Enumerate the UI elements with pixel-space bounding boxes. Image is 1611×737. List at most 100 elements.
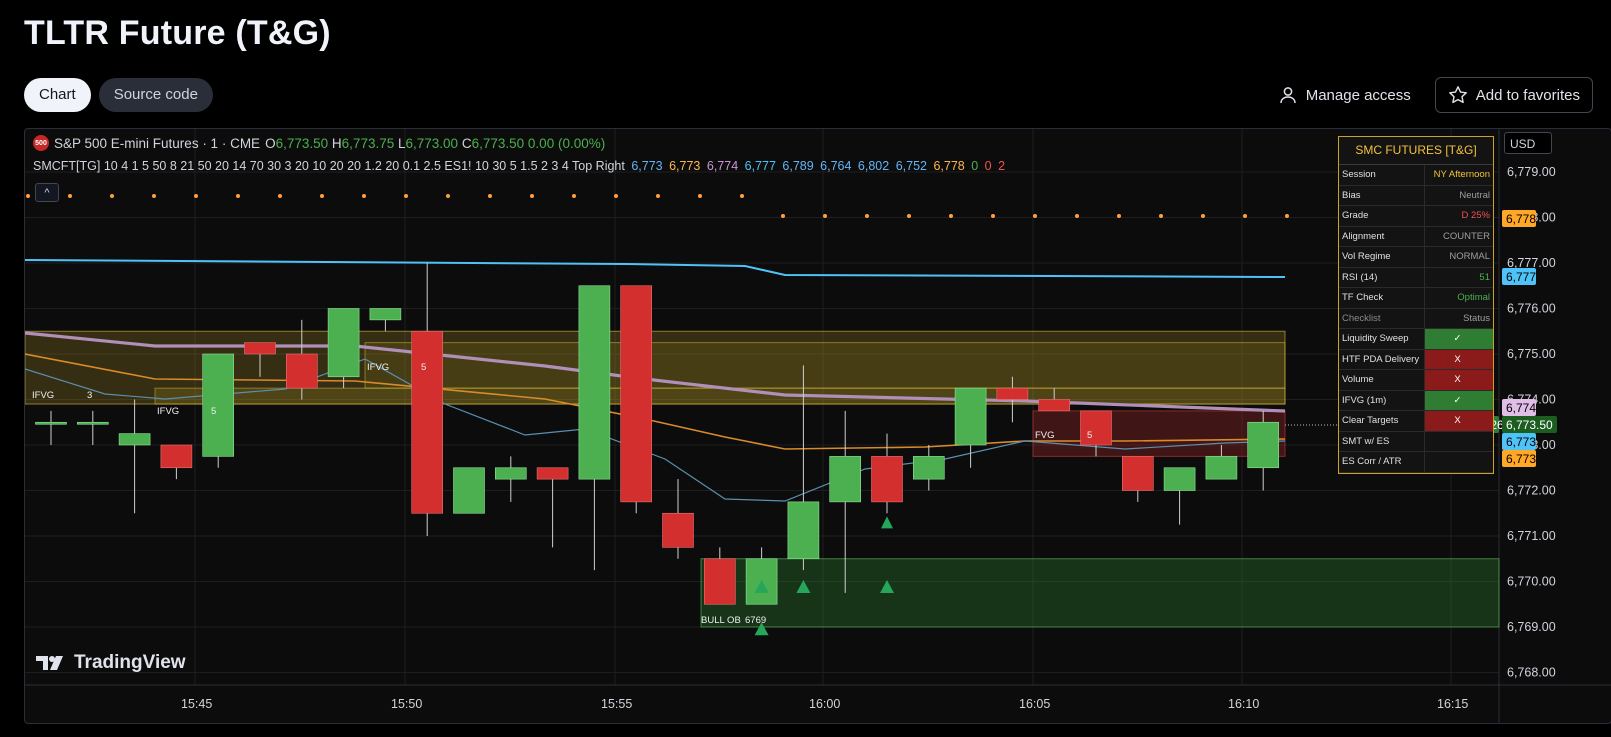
price-tag-label: 6,773 [1506,452,1536,466]
price-tag-label: 6,777 [1506,270,1536,284]
price-axis-label: 6,772.00 [1507,484,1556,498]
price-tag-label: 6,774 [1506,401,1536,415]
smc-row: Vol Regime NORMAL [1339,247,1493,268]
indicator-value: 0 [981,159,992,173]
smc-row-label: ES Corr / ATR [1339,452,1425,472]
smc-row-value: D 25% [1461,210,1490,221]
smc-row: Session NY Afternoon [1339,165,1493,186]
smc-row-value: COUNTER [1443,230,1490,242]
level-dot [278,194,282,198]
candle-up [912,456,945,480]
add-to-favorites-label: Add to favorites [1475,86,1580,104]
smc-row-label: Alignment [1339,226,1425,246]
candle-down [244,342,276,355]
indicator-params: SMCFT[TG] 10 4 1 5 50 8 21 50 20 14 70 3… [33,159,625,173]
symbol-legend: 500 S&P 500 E-mini Futures · 1 · CME O6,… [33,135,605,151]
smc-row-value [1425,432,1493,452]
level-dot [488,194,492,198]
candle-down [160,444,193,469]
smc-row: IFVG (1m) ✓ [1339,390,1493,411]
smc-row: Alignment COUNTER [1339,226,1493,247]
price-axis-label: 6,770.00 [1507,575,1556,589]
smc-row-value: X [1425,370,1493,390]
smc-row-value: ✓ [1425,329,1493,349]
zone-label: BULL OB [701,615,741,626]
time-axis-label: 16:15 [1437,697,1468,711]
smc-row-label: Checklist [1339,308,1425,328]
level-dot [236,194,240,198]
smc-row-value: X [1425,411,1493,431]
level-dot [1117,214,1121,218]
smc-futures-panel: SMC FUTURES [T&G] Session NY Afternoon Bia… [1338,136,1494,474]
indicator-value: 6,773 [631,159,663,173]
level-dot [320,194,324,198]
level-dot [1201,214,1205,218]
price-axis-label: 6,776.00 [1507,302,1556,316]
tradingview-logo-icon [36,656,63,670]
currency-selector[interactable]: USD [1504,132,1552,154]
zone-label: 5 [1087,430,1092,441]
smc-row-label: TF Check [1339,288,1425,308]
price-tag-label: 6,773 [1506,435,1536,449]
indicator-legend[interactable]: SMCFT[TG] 10 4 1 5 50 8 21 50 20 14 70 3… [33,159,1005,173]
candle-up [787,501,820,560]
candle-up [954,387,987,446]
candle-up [369,308,402,321]
zone-label: IFVG [32,390,54,401]
level-dot [1243,214,1247,218]
level-dot [823,214,827,218]
indicator-value: 6,774 [703,159,739,173]
candle-down [662,512,694,548]
indicator-value: 6,773 [665,159,701,173]
smc-row-value: Status [1463,312,1490,324]
user-icon [1279,87,1296,104]
level-dot [1285,214,1289,218]
smc-row: Checklist Status [1339,308,1493,329]
level-dot [949,214,953,218]
ohlc-values: O6,773.50 H6,773.75 L6,773.00 C6,773.50 … [265,135,606,151]
manage-access-button[interactable]: Manage access [1266,78,1423,112]
level-dot [110,194,114,198]
smc-row-value: X [1425,349,1493,369]
tradingview-wordmark: TradingView [74,652,186,673]
candle-down [996,387,1029,400]
smc-row-label: Liquidity Sweep [1339,329,1425,349]
bull-signal-triangle [881,516,893,529]
symbol-name[interactable]: S&P 500 E-mini Futures · 1 · CME [54,136,260,151]
candle-down [411,330,444,514]
page-title: TLTR Future (T&G) [24,14,331,52]
collapse-legend-button[interactable]: ^ [35,183,59,202]
price-tag-label: 6,773.50 [1506,418,1553,432]
candle-down [285,353,318,389]
time-axis-label: 16:10 [1228,697,1259,711]
tab-source-code[interactable]: Source code [98,78,213,112]
fvg-zone [1032,410,1286,457]
level-dot [152,194,156,198]
indicator-value: 6,752 [892,159,927,173]
indicator-value: 6,802 [854,159,890,173]
level-dot [530,194,534,198]
price-axis-label: 6,769.00 [1507,620,1556,634]
zone-label: 6769 [745,615,766,626]
level-dot [614,194,618,198]
chart-widget[interactable]: IFVG 3 IFVG 5 IFVG 5 FVG 5 BULL OB 6769 6,779.00 6,… [24,128,1611,724]
price-axis-label: 6,768.00 [1507,666,1556,680]
candle-up [494,467,527,480]
tab-chart[interactable]: Chart [24,78,91,112]
candle-up [578,285,611,480]
smc-row: Grade D 25% [1339,206,1493,227]
candle-up [76,421,109,425]
indicator-value: 6,789 [778,159,814,173]
ifvg-zone [364,342,1286,389]
smc-row: HTF PDA Delivery X [1339,349,1493,370]
smc-row-label: IFVG (1m) [1339,390,1425,410]
level-dot [362,194,366,198]
level-dot [26,194,30,198]
level-dot [1075,214,1079,218]
ifvg-zone [154,387,1286,405]
add-to-favorites-button[interactable]: Add to favorites [1434,77,1593,113]
level-dot [572,194,576,198]
zone-label: IFVG [367,362,389,373]
top-actions: Manage access Add to favorites [1266,77,1593,113]
smc-row: Liquidity Sweep ✓ [1339,329,1493,350]
